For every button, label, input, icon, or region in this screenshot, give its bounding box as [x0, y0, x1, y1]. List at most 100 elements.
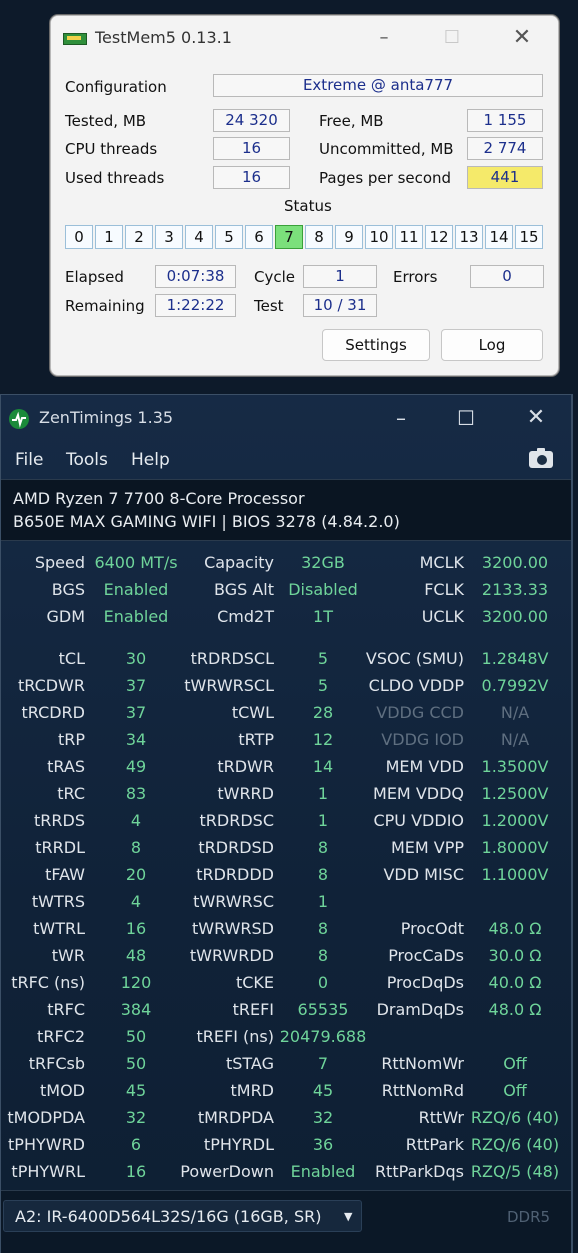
- configuration-label: Configuration: [65, 78, 167, 96]
- timing-label: tSTAG: [225, 1054, 274, 1073]
- timing-label: Capacity: [204, 553, 274, 572]
- cycle-field: 1: [303, 265, 377, 288]
- zentimings-window: ZenTimings 1.35 – ☐ ✕ File Tools Help AM…: [0, 394, 573, 1253]
- cpu-name: AMD Ryzen 7 7700 8-Core Processor: [13, 489, 305, 508]
- timing-label: tRDRDDD: [196, 865, 274, 884]
- timing-value: 50: [125, 1054, 147, 1073]
- timing-label: RttParkDqs: [374, 1162, 464, 1181]
- timing-label: tPHYWRD: [8, 1135, 85, 1154]
- thread-status-2: 2: [125, 225, 153, 249]
- close-button[interactable]: ✕: [502, 26, 542, 50]
- timing-label: BGS Alt: [214, 580, 274, 599]
- thread-status-12: 12: [425, 225, 453, 249]
- timing-value: 37: [125, 703, 147, 722]
- errors-label: Errors: [393, 268, 438, 286]
- timing-label: VDDG IOD: [381, 730, 464, 749]
- remaining-label: Remaining: [65, 297, 145, 315]
- thread-status-7: 7: [275, 225, 303, 249]
- used-threads-label: Used threads: [65, 169, 165, 187]
- timing-label: tFAW: [45, 865, 85, 884]
- cycle-label: Cycle: [254, 268, 295, 286]
- timing-label: tWRRD: [217, 784, 274, 803]
- timing-label: ProcCaDs: [388, 946, 464, 965]
- thread-status-15: 15: [515, 225, 543, 249]
- dimm-select-value: A2: IR-6400D564L32S/16G (16GB, SR): [15, 1207, 322, 1226]
- minimize-button[interactable]: –: [364, 26, 404, 50]
- screenshot-camera-icon[interactable]: [529, 448, 553, 468]
- dimm-select[interactable]: A2: IR-6400D564L32S/16G (16GB, SR) ▼: [3, 1200, 362, 1232]
- timing-value: 1.2500V: [481, 784, 549, 803]
- timing-label: FCLK: [424, 580, 464, 599]
- pages-per-second-field: 441: [467, 166, 543, 189]
- timing-label: tRP: [57, 730, 85, 749]
- timing-value: Off: [503, 1081, 527, 1100]
- timing-value: 4: [130, 811, 142, 830]
- timing-label: tRFC: [47, 1000, 85, 1019]
- timing-value: 8: [317, 838, 329, 857]
- timing-label: tMRD: [230, 1081, 274, 1100]
- timing-label: tMOD: [40, 1081, 85, 1100]
- tested-label: Tested, MB: [65, 112, 147, 130]
- timing-label: BGS: [51, 580, 85, 599]
- settings-button[interactable]: Settings: [322, 329, 430, 361]
- system-info-panel: AMD Ryzen 7 7700 8-Core Processor B650E …: [1, 479, 571, 541]
- timing-label: tMODPDA: [7, 1108, 85, 1127]
- timing-value: 8: [317, 919, 329, 938]
- timing-value: 40.0 Ω: [488, 973, 542, 992]
- timing-value: Enabled: [290, 1162, 356, 1181]
- timing-value: 1.2000V: [481, 811, 549, 830]
- pages-per-second-label: Pages per second: [319, 169, 452, 187]
- timing-value: Disabled: [288, 580, 358, 599]
- timing-label: tWRWRSD: [192, 919, 274, 938]
- timing-value: 6400 MT/s: [94, 553, 178, 572]
- timing-value: 8: [130, 838, 142, 857]
- timing-label: tWTRS: [31, 892, 85, 911]
- timing-value: 12: [312, 730, 334, 749]
- motherboard-bios: B650E MAX GAMING WIFI | BIOS 3278 (4.84.…: [13, 512, 400, 531]
- timing-label: UCLK: [421, 607, 464, 626]
- timing-label: GDM: [46, 607, 85, 626]
- timing-label: tREFI (ns): [196, 1027, 274, 1046]
- thread-status-6: 6: [245, 225, 273, 249]
- errors-field: 0: [470, 265, 544, 288]
- timing-label: RttPark: [405, 1135, 464, 1154]
- timing-value: 1.1000V: [481, 865, 549, 884]
- timing-label: tRFCsb: [28, 1054, 85, 1073]
- timing-value: 83: [125, 784, 147, 803]
- timing-label: tRDRDSCL: [190, 649, 274, 668]
- maximize-button[interactable]: ☐: [432, 26, 472, 50]
- timing-value: 14: [312, 757, 334, 776]
- timing-label: VDDG CCD: [376, 703, 464, 722]
- minimize-button[interactable]: –: [381, 405, 421, 431]
- timing-value: 2133.33: [481, 580, 549, 599]
- timing-value: 5: [317, 676, 329, 695]
- timing-value: 0: [317, 973, 329, 992]
- thread-status-1: 1: [95, 225, 123, 249]
- cpu-threads-label: CPU threads: [65, 140, 158, 158]
- timing-label: CLDO VDDP: [368, 676, 464, 695]
- timing-label: MEM VPP: [390, 838, 464, 857]
- timing-label: Cmd2T: [217, 607, 274, 626]
- timing-label: tRCDRD: [21, 703, 85, 722]
- timing-label: tCWL: [231, 703, 274, 722]
- timing-value: 48: [125, 946, 147, 965]
- timing-label: ProcOdt: [400, 919, 464, 938]
- log-button[interactable]: Log: [441, 329, 543, 361]
- timing-label: PowerDown: [180, 1162, 274, 1181]
- timing-label: tREFI: [232, 1000, 274, 1019]
- maximize-button[interactable]: ☐: [446, 405, 486, 431]
- close-button[interactable]: ✕: [516, 405, 556, 431]
- timing-value: RZQ/6 (40): [470, 1108, 560, 1127]
- timing-value: 384: [120, 1000, 152, 1019]
- timing-label: tRFC (ns): [11, 973, 85, 992]
- timing-value: 65535: [297, 1000, 349, 1019]
- menu-file[interactable]: File: [15, 450, 43, 470]
- menu-tools[interactable]: Tools: [66, 450, 108, 470]
- menu-help[interactable]: Help: [131, 450, 170, 470]
- testmem5-titlebar[interactable]: TestMem5 0.13.1 – ☐ ✕: [51, 16, 558, 61]
- timing-value: N/A: [500, 703, 530, 722]
- timing-value: 6: [130, 1135, 142, 1154]
- timing-value: 48.0 Ω: [488, 1000, 542, 1019]
- timing-value: 32: [312, 1108, 334, 1127]
- timing-label: tRC: [57, 784, 85, 803]
